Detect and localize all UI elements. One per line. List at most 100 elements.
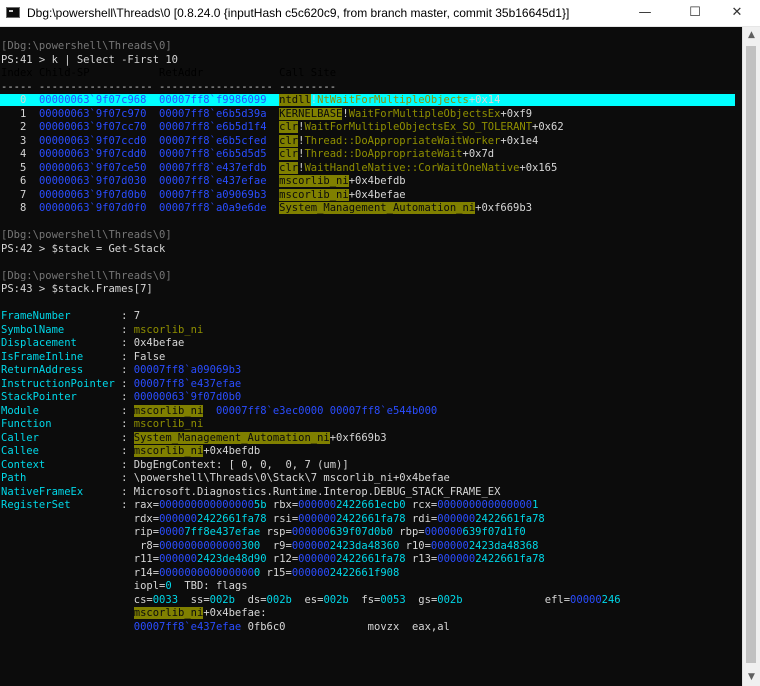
property-row: FrameNumber : 7 <box>1 310 140 323</box>
register-name: r15= <box>260 566 292 579</box>
property-colon: : <box>121 377 134 390</box>
frame-offset: +0x165 <box>519 161 558 174</box>
register-row: rip=00007ff8e437efae rsp=000000639f07d0b… <box>1 526 526 539</box>
module-start: 00007ff8`e3ec0000 <box>215 404 324 417</box>
window-title: Dbg:\powershell\Threads\0 [0.8.24.0 {inp… <box>27 6 570 20</box>
register-zeros: 000000000000000 <box>159 566 254 579</box>
property-row: IsFrameInline : False <box>1 351 165 364</box>
frame-index: 0 <box>1 94 39 106</box>
stack-frame-row: 0 00000063`9f07c968 00007ff8`f9986099 nt… <box>1 94 500 107</box>
minimize-button[interactable]: — <box>622 0 668 27</box>
property-name: Caller <box>1 431 122 444</box>
prompt-path: [Dbg:\powershell\Threads\0] <box>1 269 172 282</box>
segment-name: fs= <box>348 593 381 606</box>
register-zeros: 000000 <box>159 553 197 565</box>
property-colon: : <box>121 310 134 322</box>
segment-name: ss= <box>178 593 210 606</box>
register-zeros: 000000 <box>291 539 330 552</box>
frame-module: clr <box>279 161 299 174</box>
console-output[interactable]: [Dbg:\powershell\Threads\0] PS:41 > k | S… <box>0 27 742 686</box>
property-colon: : <box>121 323 134 336</box>
property-name: Module <box>1 404 122 417</box>
register-value: 2422661fa78 <box>475 512 545 525</box>
frame-function: WaitForMultipleObjectsEx_SO_TOLERANT <box>304 121 533 133</box>
disasm-args: eax,al <box>411 620 450 633</box>
property-name: Context <box>1 458 122 471</box>
segment-value: 0033 <box>152 593 179 606</box>
property-name: IsFrameInline <box>1 350 122 363</box>
scrollbar-thumb[interactable] <box>746 46 756 663</box>
register-value: 2422661fa78 <box>475 553 545 565</box>
frame-offset: +0x7d <box>462 148 495 160</box>
register-name: rdx= <box>133 512 160 525</box>
efl-value: 246 <box>601 593 621 606</box>
property-colon: : <box>121 431 134 444</box>
property-row: Caller : System_Management_Automation_ni… <box>1 431 387 445</box>
command-text: PS:42 > $stack = Get-Stack <box>1 242 166 255</box>
frame-index: 1 <box>1 107 39 120</box>
property-colon: : <box>121 445 134 457</box>
register-value: 7ff8e437efae <box>184 526 261 538</box>
property-row: ReturnAddress : 00007ff8`a09069b3 <box>1 364 241 377</box>
register-zeros: 000000 <box>291 566 330 579</box>
property-colon: : <box>121 404 134 417</box>
frame-retaddr: 00007ff8`e6b5d39a <box>159 107 280 120</box>
property-value: 7 <box>133 310 141 322</box>
tbd-text: TBD: flags <box>171 580 248 592</box>
register-zeros: 000000 <box>298 499 337 511</box>
segment-value: 002b <box>266 593 292 606</box>
register-zeros: 000000 <box>437 553 476 565</box>
register-name: rdi= <box>405 512 438 525</box>
disasm-symbol-row: mscorlib_ni+0x4befae: <box>1 607 267 620</box>
frame-function: Thread::DoAppropriateWaitWorker <box>304 134 501 147</box>
frame-offset: +0x62 <box>532 121 564 133</box>
stack-frame-row: 1 00000063`9f07c970 00007ff8`e6b5d39a KE… <box>1 107 533 121</box>
frame-index: 2 <box>1 121 39 133</box>
register-value: 639f07d1f0 <box>462 526 526 538</box>
property-row: Displacement : 0x4befae <box>1 337 184 350</box>
iopl-label: iopl= <box>133 580 166 592</box>
property-name: InstructionPointer <box>1 377 122 390</box>
frame-module: System_Management_Automation_ni <box>279 202 476 214</box>
close-button[interactable]: ✕ <box>714 0 760 27</box>
register-value: 1 <box>532 499 539 511</box>
console-app-icon <box>6 7 20 18</box>
prompt-path-line: [Dbg:\powershell\Threads\0] <box>1 270 172 283</box>
register-row: r11=0000002423de48d90 r12=0000002422661f… <box>1 553 545 566</box>
maximize-button[interactable]: ☐ <box>672 0 718 27</box>
vertical-scrollbar[interactable]: ▲ ▼ <box>742 27 760 686</box>
frame-offset: +0xf9 <box>500 107 533 120</box>
register-name: rbx= <box>266 499 299 511</box>
property-row: Function : mscorlib_ni <box>1 418 203 431</box>
command-line: PS:41 > k | Select -First 10 <box>1 54 178 67</box>
frame-index: 6 <box>1 175 39 187</box>
frame-offset: +0xf669b3 <box>475 202 533 214</box>
frame-offset: +0x4befdb <box>348 175 406 187</box>
segment-name: ds= <box>234 593 267 606</box>
register-name: r11= <box>133 553 160 565</box>
register-row: r8=0000000000000300 r9=0000002423da48360… <box>1 540 538 553</box>
frame-module: clr <box>279 121 299 133</box>
property-value: 0x4befae <box>133 337 185 349</box>
frame-retaddr: 00007ff8`e6b5cfed <box>159 134 280 147</box>
frame-module: mscorlib_ni <box>279 188 349 201</box>
scroll-up-icon[interactable]: ▲ <box>743 27 760 44</box>
frame-child-sp: 00000063`9f07c968 <box>38 94 160 106</box>
frame-index: 8 <box>1 202 39 214</box>
stack-frame-row: 5 00000063`9f07ce50 00007ff8`e437efdb cl… <box>1 161 558 175</box>
table-header-row: Index Child-SP RetAddr Call Site <box>1 67 336 80</box>
register-value: 639f07d0b0 <box>329 526 393 538</box>
caller-offset: +0xf669b3 <box>329 431 387 444</box>
register-value: 300 <box>241 539 261 552</box>
register-name: r12= <box>266 553 299 565</box>
property-row: StackPointer : 00000063`9f07d0b0 <box>1 391 241 404</box>
iopl-row: iopl=0 TBD: flags <box>1 580 248 593</box>
register-name: r9= <box>260 539 292 552</box>
property-colon: : <box>121 418 134 430</box>
scroll-down-icon[interactable]: ▼ <box>743 669 760 686</box>
efl-zeros: 00000 <box>570 593 602 606</box>
property-colon: : <box>121 485 134 498</box>
